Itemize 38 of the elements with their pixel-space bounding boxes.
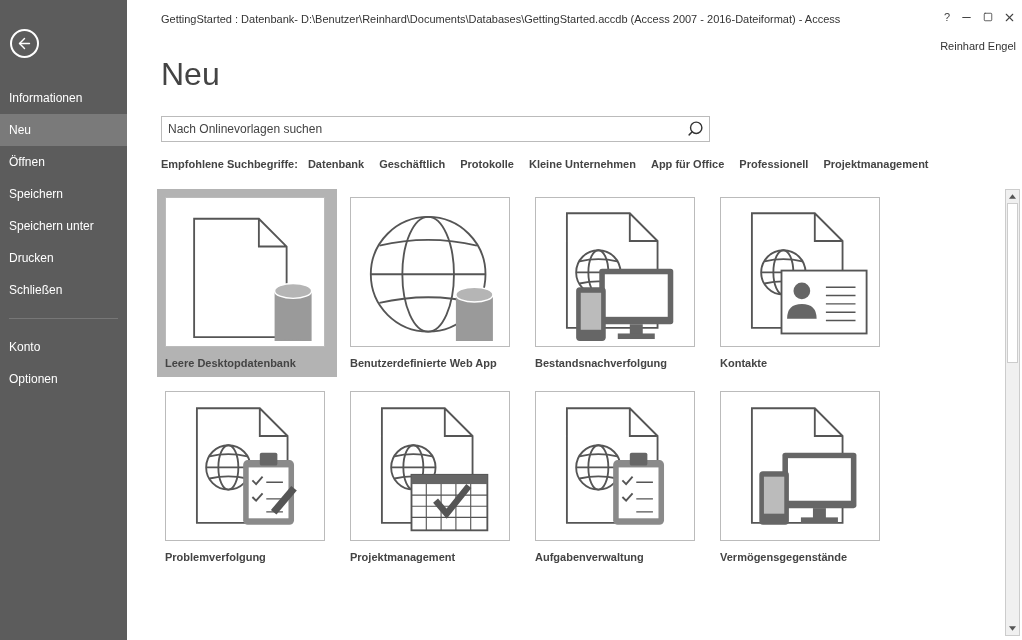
suggestions-label: Empfohlene Suchbegriffe: xyxy=(161,157,298,172)
sidebar-item[interactable]: Schließen xyxy=(0,274,127,306)
back-button[interactable] xyxy=(10,29,39,58)
sidebar-item[interactable]: Optionen xyxy=(0,363,127,395)
template-label: Leere Desktopdatenbank xyxy=(165,355,297,371)
template-label: Problemverfolgung xyxy=(165,550,267,565)
suggestion-link[interactable]: Protokolle xyxy=(460,156,514,173)
scroll-thumb[interactable] xyxy=(1007,202,1018,363)
suggestion-link[interactable]: Geschäftlich xyxy=(379,156,446,173)
template-label: Benutzerdefinierte Web App xyxy=(350,355,498,371)
scrollbar[interactable] xyxy=(1005,188,1020,636)
template-label: Vermögensgegenstände xyxy=(720,550,849,565)
user-name: Reinhard Engel xyxy=(940,38,1016,54)
suggestion-link[interactable]: App für Office xyxy=(650,156,725,173)
template-tile[interactable]: Leere Desktopdatenbank xyxy=(157,188,337,377)
template-label: Projektmanagement xyxy=(350,550,457,565)
sidebar-item[interactable]: Speichern xyxy=(0,178,127,210)
sidebar-item[interactable]: Öffnen xyxy=(0,146,127,178)
page-heading: Neu xyxy=(161,58,221,90)
scroll-down-icon[interactable] xyxy=(1009,626,1016,631)
maximize-icon[interactable] xyxy=(983,12,993,23)
search-icon[interactable] xyxy=(687,120,704,137)
sidebar-item[interactable]: Konto xyxy=(0,331,127,363)
suggestion-link[interactable]: Professionell xyxy=(739,156,809,173)
suggestion-link[interactable]: Datenbank xyxy=(307,156,365,173)
scroll-up-icon[interactable] xyxy=(1009,193,1016,199)
search-field[interactable]: Nach Onlinevorlagen suchen xyxy=(161,116,710,142)
sidebar-item[interactable]: Speichern unter xyxy=(0,210,127,242)
suggestion-link[interactable]: Kleine Unternehmen xyxy=(529,156,636,173)
sidebar-item[interactable]: Neu xyxy=(0,114,127,146)
help-button[interactable]: ? xyxy=(943,9,950,26)
template-label: Bestandsnachverfolgung xyxy=(535,355,669,371)
sidebar-item[interactable]: Informationen xyxy=(0,82,127,114)
template-label: Kontakte xyxy=(720,355,769,371)
sidebar-item[interactable]: Drucken xyxy=(0,242,127,274)
window-title: GettingStarted : Datenbank- D:\Benutzer\Reinhard\Documents\Databases\GettingStarted.accdb (Access 2007 - 2016-Dateiformat) - Access xyxy=(161,12,841,27)
suggestion-link[interactable]: Projektmanagement xyxy=(823,156,929,173)
template-label: Aufgabenverwaltung xyxy=(535,550,645,565)
